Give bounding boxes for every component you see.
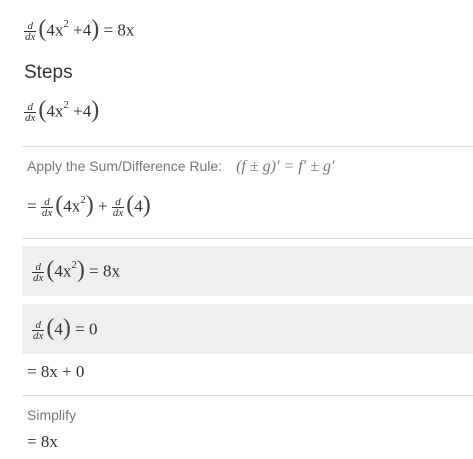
sub-step-2-result: = 0 xyxy=(75,319,98,339)
derivative-operator: d dx xyxy=(32,261,45,284)
steps-title: Steps xyxy=(24,62,73,83)
derivative-operator: d dx xyxy=(24,101,37,124)
sub-step-2[interactable]: d dx (4) = 0 xyxy=(22,304,473,354)
header-expression: d dx (4x2 +4) = 8x xyxy=(24,16,135,43)
sub-step-1[interactable]: d dx (4x2) = 8x xyxy=(22,246,473,296)
derivative-operator: d dx xyxy=(111,196,125,219)
sum-rule-row: Apply the Sum/Difference Rule: (f ± g)′ … xyxy=(27,158,334,176)
sub-step-2-expression: d dx (4) = 0 xyxy=(32,315,98,342)
sum-rule-label: Apply the Sum/Difference Rule: xyxy=(27,158,223,174)
sum-rule-result: = d dx (4x2) + d dx (4) xyxy=(27,192,151,219)
expr-tail: +4 xyxy=(73,20,92,40)
sub-step-1-expression: d dx (4x2) = 8x xyxy=(32,257,120,284)
expr-base: 4x xyxy=(46,20,64,40)
divider xyxy=(22,238,473,239)
derivative-operator: d dx xyxy=(40,196,54,219)
simplify-result: = 8x xyxy=(27,432,58,451)
divider xyxy=(22,146,473,147)
expr-exponent: 2 xyxy=(63,17,69,30)
derivative-operator: d dx xyxy=(24,20,37,43)
step-initial-expression: d dx (4x2 +4) xyxy=(24,97,100,124)
sub-step-1-result: = 8x xyxy=(89,261,120,281)
combined-result: = 8x + 0 xyxy=(27,362,85,381)
sum-rule-formula: (f ± g)′ = f′ ± g′ xyxy=(236,158,335,175)
divider xyxy=(22,395,473,396)
simplify-label: Simplify xyxy=(27,407,77,423)
derivative-operator: d dx xyxy=(32,319,45,342)
header-result: = 8x xyxy=(103,20,135,40)
